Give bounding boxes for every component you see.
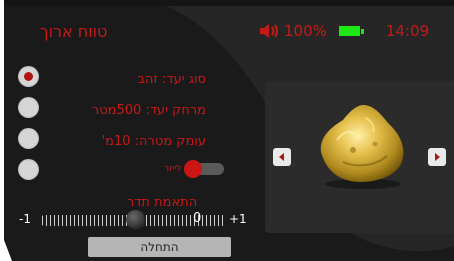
target-depth-label: עומק מטרה: 10מ' <box>101 134 206 149</box>
radio-laser[interactable] <box>18 159 39 180</box>
frequency-max-label: +1 <box>229 212 247 226</box>
clock-time: 14:09 <box>385 22 430 40</box>
previous-target-button[interactable] <box>273 148 291 166</box>
radio-target-depth[interactable] <box>18 128 39 149</box>
long-range-screen: טווח ארוך 100% 14:09 סוג יעד: זהב מרחק י… <box>0 0 454 261</box>
next-target-button[interactable] <box>428 148 446 166</box>
speaker-icon[interactable] <box>258 22 280 40</box>
frequency-title: התאמת תדר <box>127 195 198 210</box>
radio-target-type[interactable] <box>18 66 39 87</box>
battery-icon <box>338 26 364 36</box>
laser-toggle-knob[interactable] <box>184 160 202 178</box>
volume-level: 100% <box>284 22 327 40</box>
status-bar: 100% 14:09 <box>258 21 429 41</box>
right-arrow-icon <box>435 153 440 161</box>
slider-thumb[interactable] <box>126 210 145 229</box>
target-type-label: סוג יעד: זהב <box>137 72 206 87</box>
target-distance-label: מרחק יעד: 500מטר <box>91 103 206 118</box>
frequency-min-label: -1 <box>19 212 31 226</box>
laser-label: לייזר <box>164 164 182 174</box>
radio-target-distance[interactable] <box>18 97 39 118</box>
left-arrow-icon <box>279 153 284 161</box>
frequency-value: 0 <box>193 211 202 226</box>
frequency-slider[interactable] <box>40 210 230 229</box>
screen-title: טווח ארוך <box>40 22 108 41</box>
start-button[interactable]: התחלה <box>88 237 231 257</box>
gold-nugget-image <box>320 104 404 189</box>
